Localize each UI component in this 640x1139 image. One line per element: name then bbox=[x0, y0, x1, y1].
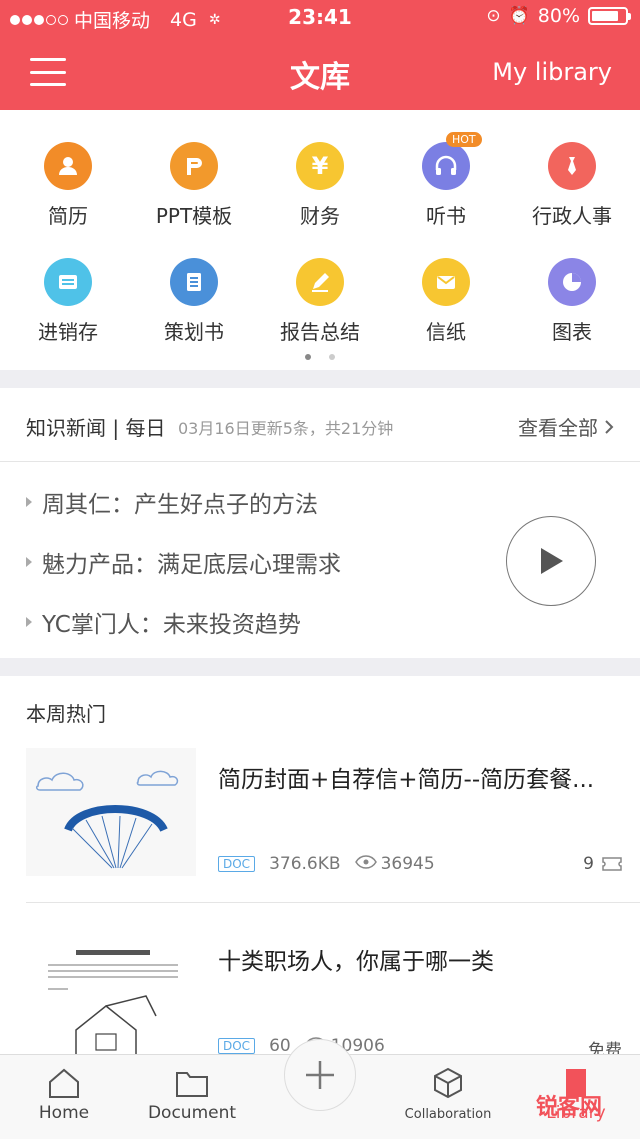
category-inventory[interactable]: 进销存 bbox=[4, 258, 132, 345]
eye-icon bbox=[354, 854, 377, 874]
headphones-icon: HOT bbox=[422, 132, 482, 190]
list-divider bbox=[26, 902, 640, 903]
doc-item[interactable]: 简历封面+自荐信+简历--简历套餐... DOC 376.6KB 36945 9 bbox=[0, 748, 640, 903]
section-divider bbox=[0, 370, 640, 388]
doc-ticket-count: 9 bbox=[583, 854, 594, 874]
battery-label: 80% bbox=[537, 5, 580, 27]
play-button[interactable] bbox=[506, 516, 596, 606]
document-icon bbox=[170, 258, 218, 306]
category-hr[interactable]: 行政人事 bbox=[508, 142, 636, 229]
category-chart[interactable]: 图表 bbox=[508, 258, 636, 345]
category-letter[interactable]: 信纸 bbox=[382, 258, 510, 345]
status-bar: 中国移动 4G ✲ 23:41 ⊙ ⏰ 80% bbox=[0, 0, 640, 36]
doc-size: 60 bbox=[269, 1036, 291, 1056]
hot-title: 本周热门 bbox=[26, 702, 106, 726]
category-label: 策划书 bbox=[164, 320, 224, 344]
nav-bar: 文库 My library bbox=[0, 40, 640, 110]
category-label: 简历 bbox=[48, 204, 88, 228]
triangle-icon bbox=[26, 617, 32, 627]
ppt-icon bbox=[170, 142, 218, 190]
ticket-icon bbox=[602, 857, 622, 871]
tab-collaboration[interactable]: Collaboration bbox=[384, 1067, 512, 1123]
news-item-label: 魅力产品：满足底层心理需求 bbox=[42, 552, 341, 578]
alarm-icon: ⏰ bbox=[508, 6, 530, 26]
page-dot bbox=[329, 354, 335, 360]
hot-badge: HOT bbox=[446, 132, 482, 147]
category-grid: 简历 PPT模板 ¥ 财务 HOT 听书 行政人事 进销存 策划书 报告总结 信… bbox=[0, 110, 640, 370]
play-icon bbox=[541, 548, 563, 574]
section-divider bbox=[0, 658, 640, 676]
news-item[interactable]: 周其仁：产生好点子的方法 bbox=[26, 472, 486, 532]
yen-icon: ¥ bbox=[296, 142, 344, 190]
folder-icon bbox=[176, 1072, 208, 1097]
category-label: 报告总结 bbox=[280, 320, 360, 344]
doc-title: 简历封面+自荐信+简历--简历套餐... bbox=[218, 767, 595, 793]
news-item-label: YC掌门人：未来投资趋势 bbox=[42, 612, 301, 638]
news-item-label: 周其仁：产生好点子的方法 bbox=[42, 492, 318, 518]
page-dot-active bbox=[305, 354, 311, 360]
doc-type-badge: DOC bbox=[218, 1038, 256, 1054]
envelope-icon bbox=[422, 258, 470, 306]
list-icon bbox=[44, 258, 92, 306]
status-right: ⊙ ⏰ 80% bbox=[486, 5, 631, 27]
chevron-right-icon bbox=[605, 419, 614, 434]
category-proposal[interactable]: 策划书 bbox=[130, 258, 258, 345]
category-label: 进销存 bbox=[38, 320, 98, 344]
tab-label: Home bbox=[38, 1103, 90, 1123]
news-title: 知识新闻 | 每日 bbox=[26, 416, 166, 440]
news-subtitle: 03月16日更新5条，共21分钟 bbox=[178, 419, 394, 438]
category-label: 行政人事 bbox=[532, 204, 612, 228]
doc-meta: DOC 376.6KB 36945 bbox=[218, 854, 435, 874]
category-label: 听书 bbox=[426, 204, 466, 228]
doc-type-badge: DOC bbox=[218, 856, 256, 872]
tie-icon bbox=[548, 142, 596, 190]
category-label: 信纸 bbox=[426, 320, 466, 344]
triangle-icon bbox=[26, 497, 32, 507]
rotation-lock-icon: ⊙ bbox=[486, 6, 501, 26]
category-label: PPT模板 bbox=[155, 204, 233, 228]
tab-label: Collaboration bbox=[404, 1107, 492, 1122]
header-bar: 中国移动 4G ✲ 23:41 ⊙ ⏰ 80% 文库 My library bbox=[0, 0, 640, 110]
view-all-link[interactable]: 查看全部 bbox=[518, 412, 614, 441]
tab-label: Document bbox=[147, 1103, 237, 1123]
triangle-icon bbox=[26, 557, 32, 567]
doc-thumbnail bbox=[26, 930, 196, 1058]
menu-icon[interactable] bbox=[30, 58, 66, 86]
person-icon bbox=[44, 142, 92, 190]
cube-icon bbox=[434, 1067, 462, 1099]
view-all-label: 查看全部 bbox=[518, 416, 598, 440]
add-button[interactable] bbox=[284, 1039, 356, 1111]
doc-right-info: 9 bbox=[583, 854, 622, 874]
doc-title: 十类职场人，你属于哪一类 bbox=[218, 949, 494, 975]
doc-thumbnail bbox=[26, 748, 196, 876]
category-resume[interactable]: 简历 bbox=[4, 142, 132, 229]
category-audiobook[interactable]: HOT 听书 bbox=[382, 132, 510, 229]
category-label: 财务 bbox=[300, 204, 340, 228]
category-label: 图表 bbox=[552, 320, 592, 344]
tab-bar: Home Document Collaboration Library 锐客网 bbox=[0, 1039, 640, 1139]
tab-document[interactable]: Document bbox=[128, 1067, 256, 1123]
pen-icon bbox=[296, 258, 344, 306]
category-ppt[interactable]: PPT模板 bbox=[130, 142, 258, 229]
page-indicator bbox=[0, 354, 640, 360]
my-library-link[interactable]: My library bbox=[492, 58, 612, 86]
doc-size: 376.6KB bbox=[269, 854, 341, 874]
home-icon bbox=[49, 1068, 79, 1098]
news-item[interactable]: YC掌门人：未来投资趋势 bbox=[26, 592, 486, 652]
battery-icon bbox=[588, 7, 631, 25]
category-finance[interactable]: ¥ 财务 bbox=[256, 142, 384, 229]
category-report[interactable]: 报告总结 bbox=[256, 258, 384, 345]
news-header: 知识新闻 | 每日 03月16日更新5条，共21分钟 查看全部 bbox=[0, 388, 640, 462]
watermark: 锐客网 bbox=[535, 1095, 602, 1120]
doc-views: 36945 bbox=[380, 854, 435, 874]
pie-chart-icon bbox=[548, 258, 596, 306]
plus-icon bbox=[306, 1061, 334, 1089]
tab-home[interactable]: Home bbox=[0, 1067, 128, 1123]
news-item[interactable]: 魅力产品：满足底层心理需求 bbox=[26, 532, 486, 592]
news-list: 周其仁：产生好点子的方法 魅力产品：满足底层心理需求 YC掌门人：未来投资趋势 bbox=[26, 472, 486, 652]
